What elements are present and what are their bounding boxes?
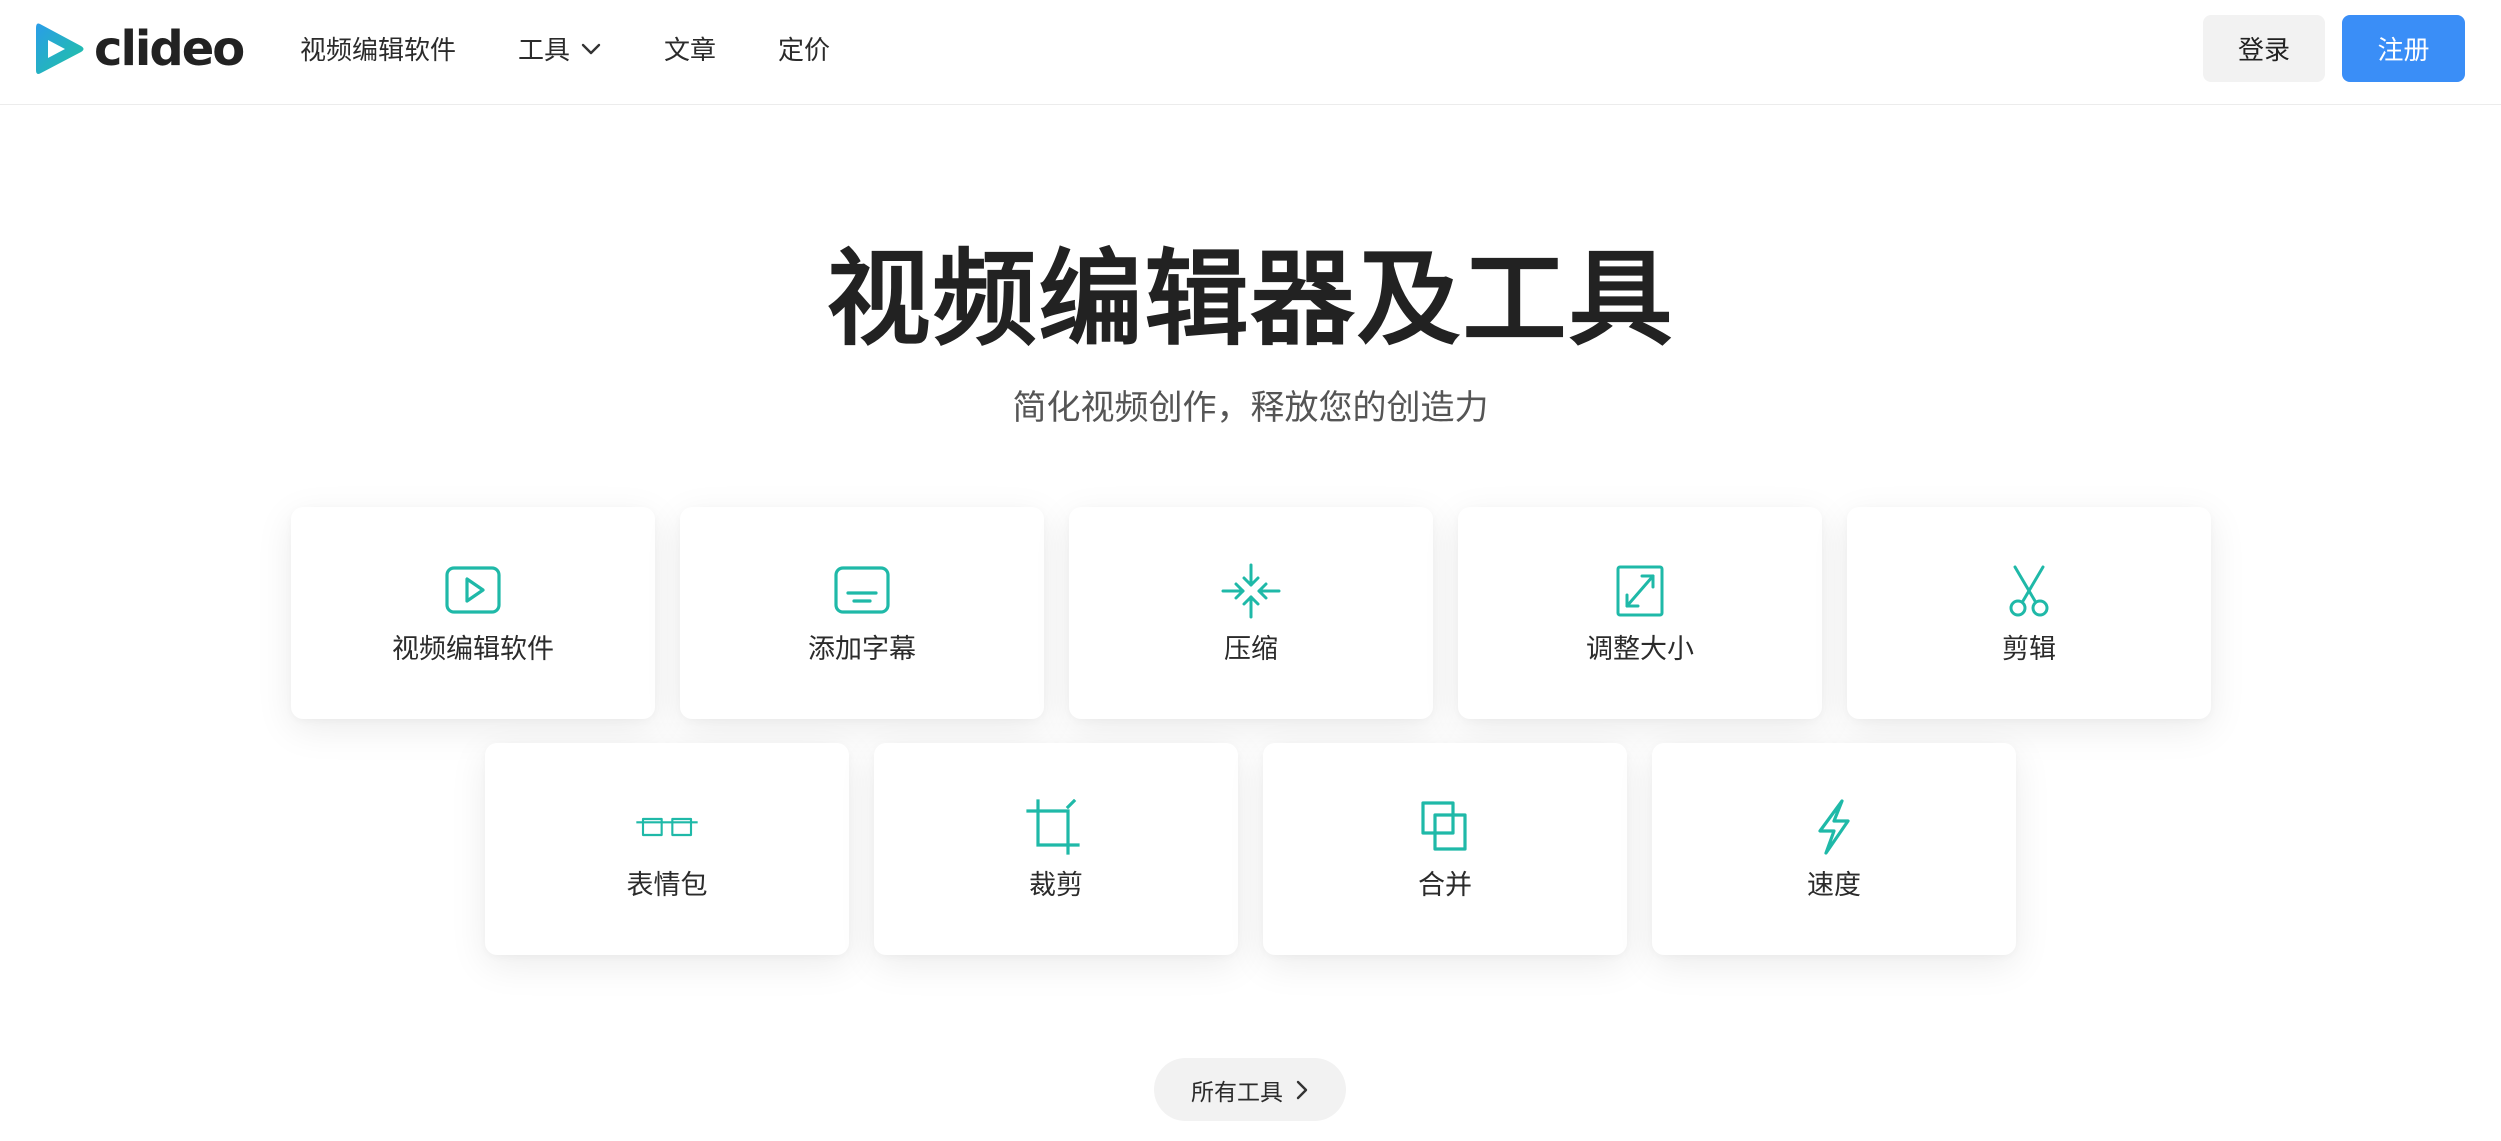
tool-card-resize[interactable]: 调整大小 bbox=[1458, 507, 1822, 719]
nav-item-video-editor[interactable]: 视频编辑软件 bbox=[300, 30, 456, 67]
nav-item-tools[interactable]: 工具 bbox=[518, 30, 602, 67]
tool-card-label: 合并 bbox=[1418, 870, 1472, 901]
nav-item-label: 视频编辑软件 bbox=[300, 36, 457, 66]
tool-card-speed[interactable]: 速度 bbox=[1652, 743, 2016, 955]
nav-item-articles[interactable]: 文章 bbox=[664, 30, 716, 67]
scissors-icon bbox=[1997, 563, 2061, 619]
logo[interactable]: clideo bbox=[34, 20, 245, 78]
tool-card-merge[interactable]: 合并 bbox=[1263, 743, 1627, 955]
tool-card-crop[interactable]: 裁剪 bbox=[874, 743, 1238, 955]
tool-card-meme[interactable]: 表情包 bbox=[485, 743, 849, 955]
crop-icon bbox=[1024, 799, 1088, 855]
nav-item-label: 工具 bbox=[518, 36, 571, 66]
logo-text: clideo bbox=[94, 21, 245, 77]
resize-icon bbox=[1608, 563, 1672, 619]
tool-card-label: 调整大小 bbox=[1586, 634, 1694, 665]
nav-item-label: 定价 bbox=[778, 36, 831, 66]
tool-card-label: 速度 bbox=[1807, 870, 1861, 901]
signup-button[interactable]: 注册 bbox=[2342, 15, 2465, 82]
glasses-icon bbox=[635, 799, 699, 855]
page-title: 视频编辑器及工具 bbox=[826, 238, 1675, 360]
tool-card-label: 表情包 bbox=[626, 870, 708, 901]
lightning-icon bbox=[1802, 799, 1866, 855]
tool-card-label: 视频编辑软件 bbox=[392, 634, 554, 665]
tool-card-label: 裁剪 bbox=[1029, 870, 1083, 901]
logo-play-icon bbox=[36, 23, 84, 74]
nav-item-label: 文章 bbox=[664, 36, 717, 66]
play-icon bbox=[441, 563, 505, 619]
tool-card-label: 添加字幕 bbox=[808, 634, 916, 665]
all-tools-button[interactable]: 所有工具 bbox=[1154, 1058, 1346, 1121]
tool-card-label: 压缩 bbox=[1224, 634, 1278, 665]
header: clideo 视频编辑软件 工具 文章 定价 登录 注册 bbox=[0, 0, 2501, 105]
tool-card-label: 剪辑 bbox=[2002, 634, 2056, 665]
subtitles-icon bbox=[830, 563, 894, 619]
merge-icon bbox=[1413, 799, 1477, 855]
all-tools-label: 所有工具 bbox=[1191, 1079, 1283, 1106]
tool-card-compress[interactable]: 压缩 bbox=[1069, 507, 1433, 719]
tool-card-video-editor[interactable]: 视频编辑软件 bbox=[291, 507, 655, 719]
page: clideo 视频编辑软件 工具 文章 定价 登录 注册 视频编辑器及工具 简化… bbox=[0, 0, 2501, 1141]
chevron-right-icon bbox=[1296, 1080, 1308, 1099]
compress-icon bbox=[1219, 563, 1283, 619]
main-nav: 视频编辑软件 工具 文章 定价 bbox=[300, 0, 892, 97]
nav-item-pricing[interactable]: 定价 bbox=[778, 30, 830, 67]
tool-card-cut[interactable]: 剪辑 bbox=[1847, 507, 2211, 719]
tool-card-add-subtitles[interactable]: 添加字幕 bbox=[680, 507, 1044, 719]
login-button[interactable]: 登录 bbox=[2203, 15, 2325, 82]
chevron-down-icon bbox=[581, 43, 601, 54]
page-subtitle: 简化视频创作，释放您的创造力 bbox=[1012, 388, 1489, 428]
